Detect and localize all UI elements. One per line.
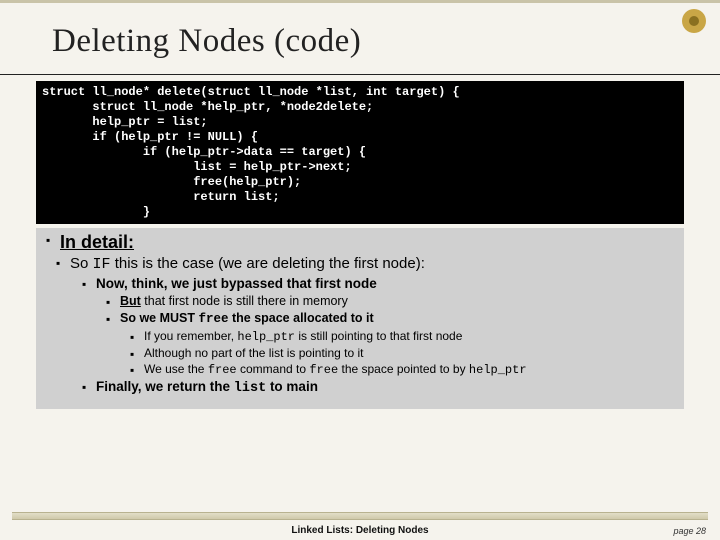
b4-post: the space allocated to it bbox=[229, 311, 374, 325]
b7-c2: free bbox=[309, 363, 338, 377]
b7-c1: free bbox=[208, 363, 237, 377]
b7-c3: help_ptr bbox=[469, 363, 527, 377]
bullet-6: Although no part of the list is pointing… bbox=[130, 345, 676, 361]
b5-pre: If you remember, bbox=[144, 329, 237, 343]
footer: Linked Lists: Deleting Nodes page 28 bbox=[0, 510, 720, 540]
bullet-5: If you remember, help_ptr is still point… bbox=[130, 328, 676, 345]
b4-pre: So we MUST bbox=[120, 311, 198, 325]
b3-post: that first node is still there in memory bbox=[141, 294, 348, 308]
b7-pre: We use the bbox=[144, 362, 208, 376]
page-number: page 28 bbox=[673, 526, 706, 536]
b1-post: this is the case (we are deleting the fi… bbox=[111, 255, 425, 272]
bullet-3: But that first node is still there in me… bbox=[106, 293, 676, 310]
b1-code: IF bbox=[93, 256, 111, 273]
slide: Deleting Nodes (code) struct ll_node* de… bbox=[0, 0, 720, 540]
logo-icon bbox=[682, 9, 706, 33]
b8-pre: Finally, we return the bbox=[96, 379, 234, 394]
b4-code: free bbox=[198, 312, 228, 326]
b7-mid2: the space pointed to by bbox=[338, 362, 469, 376]
b5-code: help_ptr bbox=[237, 330, 295, 344]
bullet-8: Finally, we return the list to main bbox=[82, 378, 676, 398]
code-block: struct ll_node* delete(struct ll_node *l… bbox=[36, 81, 684, 224]
notes-heading: In detail: bbox=[46, 232, 676, 253]
b5-post: is still pointing to that first node bbox=[295, 329, 462, 343]
footer-bar bbox=[12, 512, 708, 520]
b8-code: list bbox=[234, 381, 266, 396]
bullet-7: We use the free command to free the spac… bbox=[130, 361, 676, 378]
b8-post: to main bbox=[266, 379, 318, 394]
notes-panel: In detail: So IF this is the case (we ar… bbox=[36, 228, 684, 409]
bullet-1: So IF this is the case (we are deleting … bbox=[56, 255, 676, 275]
footer-title: Linked Lists: Deleting Nodes bbox=[291, 525, 428, 536]
b1-pre: So bbox=[70, 255, 93, 272]
b7-mid: command to bbox=[237, 362, 310, 376]
bullet-4: So we MUST free the space allocated to i… bbox=[106, 310, 676, 328]
slide-title: Deleting Nodes (code) bbox=[0, 3, 720, 75]
b3-under: But bbox=[120, 294, 141, 308]
bullet-2: Now, think, we just bypassed that first … bbox=[82, 275, 676, 293]
